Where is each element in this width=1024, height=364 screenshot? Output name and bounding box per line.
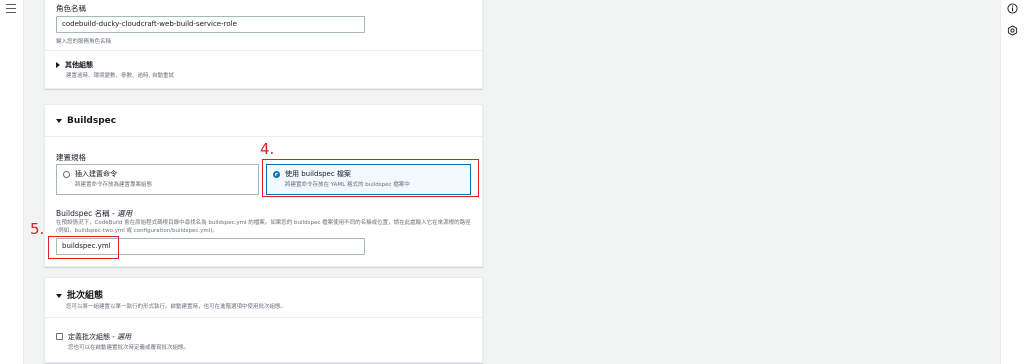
additional-config-toggle[interactable]: 其他組態 bbox=[56, 60, 93, 70]
insert-build-commands-title: 插入建置命令 bbox=[75, 170, 117, 178]
caret-down-icon bbox=[56, 118, 62, 123]
buildspec-name-label: Buildspec 名稱 - 選用 bbox=[56, 208, 132, 219]
annotation-box-step-5 bbox=[48, 236, 119, 259]
build-spec-label: 建置規格 bbox=[56, 153, 86, 162]
annotation-box-step-4 bbox=[262, 159, 479, 197]
insert-build-commands-option[interactable]: 插入建置命令 將建置命令存放為建置專案組態 bbox=[56, 164, 259, 195]
optional-tag: - 選用 bbox=[112, 209, 133, 218]
define-batch-config-hint: 您也可以在啟動建置批次時定義或覆寫批次組態。 bbox=[68, 345, 190, 351]
right-utility-rail bbox=[1000, 0, 1024, 364]
batch-config-panel: 批次組態 您可以將一組建置以單一執行的形式執行。啟動建置時，也可在進階選項中使用… bbox=[44, 277, 483, 363]
batch-section-toggle[interactable]: 批次組態 bbox=[56, 288, 103, 301]
define-batch-config-text: 定義批次組態 bbox=[68, 333, 110, 341]
additional-config-title: 其他組態 bbox=[65, 61, 93, 69]
annotation-step-5: 5. bbox=[30, 220, 45, 238]
batch-section-title: 批次組態 bbox=[67, 291, 104, 301]
additional-config-hint: 建置逾時、環境變數、參數、逾時, 自動重試 bbox=[66, 73, 174, 79]
service-role-panel: 角色名稱 codebuild-ducky-cloudcraft-web-buil… bbox=[44, 0, 483, 89]
buildspec-name-hint: 在預設情況下，CodeBuild 會在原始程式碼根目錄中尋找名為 buildsp… bbox=[56, 220, 471, 234]
info-icon[interactable] bbox=[1007, 3, 1018, 14]
divider bbox=[45, 50, 482, 51]
caret-right-icon bbox=[56, 62, 60, 68]
buildspec-name-label-text: Buildspec 名稱 bbox=[56, 209, 110, 218]
divider bbox=[45, 136, 482, 137]
left-navigation-rail bbox=[0, 0, 24, 364]
define-batch-config-label[interactable]: 定義批次組態 - 選用 bbox=[68, 332, 131, 342]
insert-build-commands-desc: 將建置命令存放為建置專案組態 bbox=[75, 182, 153, 188]
optional-tag: - 選用 bbox=[112, 333, 131, 341]
caret-down-icon bbox=[56, 293, 62, 298]
buildspec-section-toggle[interactable]: Buildspec bbox=[56, 116, 116, 126]
buildspec-section-title: Buildspec bbox=[67, 116, 117, 126]
divider bbox=[45, 317, 482, 318]
hamburger-menu-icon[interactable] bbox=[6, 4, 16, 13]
radio-button[interactable] bbox=[63, 171, 70, 178]
define-batch-config-checkbox[interactable] bbox=[56, 333, 63, 340]
role-name-input[interactable]: codebuild-ducky-cloudcraft-web-build-ser… bbox=[56, 16, 365, 33]
role-name-label: 角色名稱 bbox=[56, 4, 86, 13]
batch-section-desc: 您可以將一組建置以單一執行的形式執行。啟動建置時，也可在進階選項中使用批次組態。 bbox=[66, 304, 287, 310]
role-name-hint: 鍵入您的服務角色名稱 bbox=[56, 39, 112, 45]
settings-icon[interactable] bbox=[1007, 25, 1018, 36]
annotation-step-4: 4. bbox=[260, 140, 275, 158]
